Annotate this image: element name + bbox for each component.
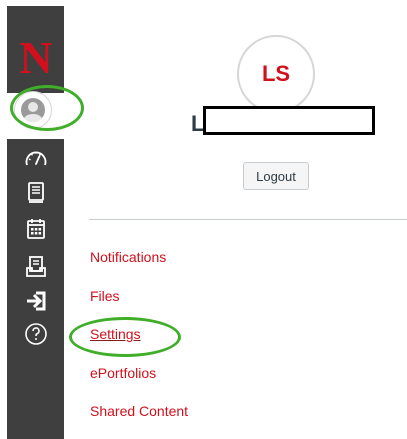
logout-button[interactable]: Logout: [243, 162, 309, 190]
redaction-box: [203, 106, 375, 135]
nav-help[interactable]: [7, 317, 64, 351]
nav-inbox[interactable]: [7, 250, 64, 284]
nav-dashboard[interactable]: [7, 142, 64, 176]
nav-commons[interactable]: [7, 284, 64, 318]
menu-link-files[interactable]: Files: [90, 288, 120, 304]
menu-link-shared-content[interactable]: Shared Content: [90, 403, 188, 419]
divider: [89, 219, 407, 220]
menu-link-notifications[interactable]: Notifications: [90, 249, 166, 265]
menu-link-settings[interactable]: Settings: [90, 326, 141, 342]
inbox-icon: [25, 256, 46, 277]
commons-icon: [26, 291, 45, 311]
profile-initials: LS: [261, 61, 291, 86]
calendar-icon: [26, 219, 45, 239]
svg-text:N: N: [19, 33, 52, 81]
profile-avatar: LS: [237, 35, 315, 113]
nav-account-avatar[interactable]: [14, 91, 52, 129]
user-avatar-icon: [21, 98, 45, 123]
n-logo-icon: N: [19, 33, 52, 81]
nav-courses[interactable]: [7, 176, 64, 210]
global-navigation: N: [7, 6, 64, 439]
help-icon: [24, 323, 47, 345]
nav-calendar[interactable]: [7, 212, 64, 246]
menu-link-eportfolios[interactable]: ePortfolios: [90, 365, 156, 381]
dashboard-icon: [25, 151, 46, 166]
courses-icon: [27, 182, 44, 203]
nebraska-logo[interactable]: N: [7, 26, 64, 88]
